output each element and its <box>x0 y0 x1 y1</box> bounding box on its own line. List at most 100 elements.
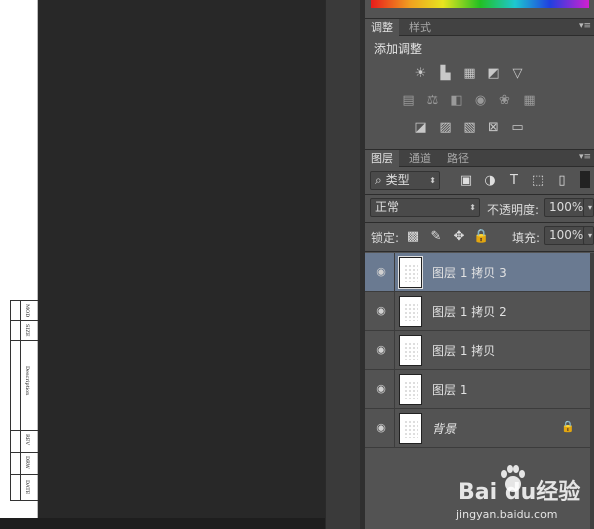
opacity-dropdown[interactable]: ▾ <box>583 198 594 217</box>
layers-divider <box>365 251 594 252</box>
adjustment-filter-icon[interactable]: ◑ <box>482 173 498 188</box>
visibility-toggle[interactable]: ◉ <box>365 331 395 370</box>
adjustments-title: 添加调整 <box>374 42 423 56</box>
layers-divider <box>365 194 594 195</box>
brightness-contrast-icon[interactable]: ☀ <box>412 66 429 81</box>
color-ramp[interactable] <box>371 0 589 8</box>
updown-arrow-icon: ⬍ <box>429 176 436 185</box>
visibility-toggle[interactable]: ◉ <box>365 409 395 448</box>
title-block-divider <box>20 300 21 500</box>
title-block-line <box>10 340 38 341</box>
visibility-toggle[interactable]: ◉ <box>365 253 395 292</box>
layer-row[interactable]: ◉ 背景 🔒 <box>365 409 590 448</box>
layer-row[interactable]: ◉ 图层 1 拷贝 2 <box>365 292 590 331</box>
filter-toggle-icon[interactable] <box>580 171 590 188</box>
blend-mode-select[interactable]: 正常 ⬍ <box>370 198 480 217</box>
layer-name[interactable]: 背景 <box>432 420 456 437</box>
eye-icon: ◉ <box>376 304 386 317</box>
title-block-text: MOD <box>24 304 30 318</box>
pixel-filter-icon[interactable]: ▣ <box>458 173 474 188</box>
invert-icon[interactable]: ◪ <box>412 120 429 135</box>
opacity-value: 100% <box>549 200 584 214</box>
layer-name[interactable]: 图层 1 <box>432 381 467 398</box>
curves-icon[interactable]: ▦ <box>461 66 478 81</box>
layer-thumbnail <box>399 374 422 405</box>
layer-thumbnail <box>399 413 422 444</box>
blend-mode-value: 正常 <box>375 200 400 214</box>
title-block-text: DRW <box>24 456 30 469</box>
layer-row[interactable]: ◉ 图层 1 拷贝 3 <box>365 253 590 292</box>
fill-dropdown[interactable]: ▾ <box>583 226 594 245</box>
layer-filter-select[interactable]: ⌕ 类型 ⬍ <box>370 171 440 190</box>
channel-mixer-icon[interactable]: ❀ <box>496 93 513 108</box>
layer-thumbnail <box>399 296 422 327</box>
title-block-line <box>10 452 38 453</box>
type-filter-icon[interactable]: T <box>506 173 522 188</box>
visibility-toggle[interactable]: ◉ <box>365 370 395 409</box>
layer-name[interactable]: 图层 1 拷贝 2 <box>432 303 507 320</box>
gradient-map-icon[interactable]: ▭ <box>509 120 526 135</box>
watermark-url: jingyan.baidu.com <box>456 508 558 521</box>
hue-saturation-icon[interactable]: ▤ <box>400 93 417 108</box>
search-icon: ⌕ <box>375 173 382 187</box>
title-block-border <box>10 300 11 500</box>
color-balance-icon[interactable]: ⚖ <box>424 93 441 108</box>
eye-icon: ◉ <box>376 421 386 434</box>
fill-input[interactable]: 100% <box>544 226 588 245</box>
layer-filter-value: 类型 <box>385 173 410 187</box>
document-page[interactable]: MOD SIZE Description REV DRW DATE <box>0 0 38 518</box>
panel-column: 调整 样式 ▾≡ 添加调整 ☀ ▙ ▦ ◩ ▽ ▤ ⚖ ◧ ◉ ❀ ▦ ◪ ▨ … <box>365 0 594 529</box>
posterize-icon[interactable]: ▨ <box>437 120 454 135</box>
lock-label: 锁定: <box>371 231 400 245</box>
panel-gutter <box>325 0 366 529</box>
black-white-icon[interactable]: ◧ <box>448 93 465 108</box>
levels-icon[interactable]: ▙ <box>437 66 454 81</box>
title-block-line <box>10 320 38 321</box>
layer-name[interactable]: 图层 1 拷贝 <box>432 342 495 359</box>
lock-icon: 🔒 <box>561 420 575 433</box>
visibility-toggle[interactable]: ◉ <box>365 292 395 331</box>
exposure-icon[interactable]: ◩ <box>485 66 502 81</box>
vibrance-icon[interactable]: ▽ <box>509 66 526 81</box>
lock-position-icon[interactable]: ✥ <box>451 229 467 244</box>
lock-all-icon[interactable]: 🔒 <box>473 229 489 244</box>
title-block-text: DATE <box>24 480 30 495</box>
color-panel-footer <box>365 8 594 18</box>
layer-row[interactable]: ◉ 图层 1 拷贝 <box>365 331 590 370</box>
fill-label: 填充: <box>512 231 541 245</box>
threshold-icon[interactable]: ▧ <box>461 120 478 135</box>
tab-channels[interactable]: 通道 <box>403 150 437 167</box>
layer-thumbnail <box>398 256 423 289</box>
photo-filter-icon[interactable]: ◉ <box>472 93 489 108</box>
title-block-line <box>10 430 38 431</box>
watermark: Bai du经验 jingyan.baidu.com <box>454 462 594 529</box>
title-block-line <box>10 500 38 501</box>
opacity-label: 不透明度: <box>487 203 540 217</box>
chevron-down-icon: ▾ <box>587 203 592 212</box>
lock-transparent-pixels-icon[interactable]: ▩ <box>405 229 421 244</box>
smart-object-filter-icon[interactable]: ▯ <box>554 173 570 188</box>
tab-adjustments[interactable]: 调整 <box>365 19 399 36</box>
panel-menu-icon[interactable]: ▾≡ <box>579 152 591 162</box>
lock-image-pixels-icon[interactable]: ✎ <box>428 229 444 244</box>
title-block-line <box>10 300 38 301</box>
eye-icon: ◉ <box>376 265 386 278</box>
panel-menu-icon[interactable]: ▾≡ <box>579 21 591 31</box>
selective-color-icon[interactable]: ⊠ <box>485 120 502 135</box>
layer-row[interactable]: ◉ 图层 1 <box>365 370 590 409</box>
shape-filter-icon[interactable]: ⬚ <box>530 173 546 188</box>
layer-thumbnail <box>399 335 422 366</box>
title-block-line <box>10 474 38 475</box>
color-lookup-icon[interactable]: ▦ <box>521 93 538 108</box>
fill-value: 100% <box>549 228 584 242</box>
updown-arrow-icon: ⬍ <box>469 203 476 212</box>
layer-name[interactable]: 图层 1 拷贝 3 <box>432 264 507 281</box>
canvas-area[interactable]: MOD SIZE Description REV DRW DATE <box>0 0 325 529</box>
tab-layers[interactable]: 图层 <box>365 150 399 167</box>
chevron-down-icon: ▾ <box>587 231 592 240</box>
title-block-text: SIZE <box>24 324 30 337</box>
tab-paths[interactable]: 路径 <box>441 150 475 167</box>
canvas-horizontal-scrollbar[interactable] <box>0 518 325 529</box>
tab-styles[interactable]: 样式 <box>403 19 437 36</box>
opacity-input[interactable]: 100% <box>544 198 588 217</box>
